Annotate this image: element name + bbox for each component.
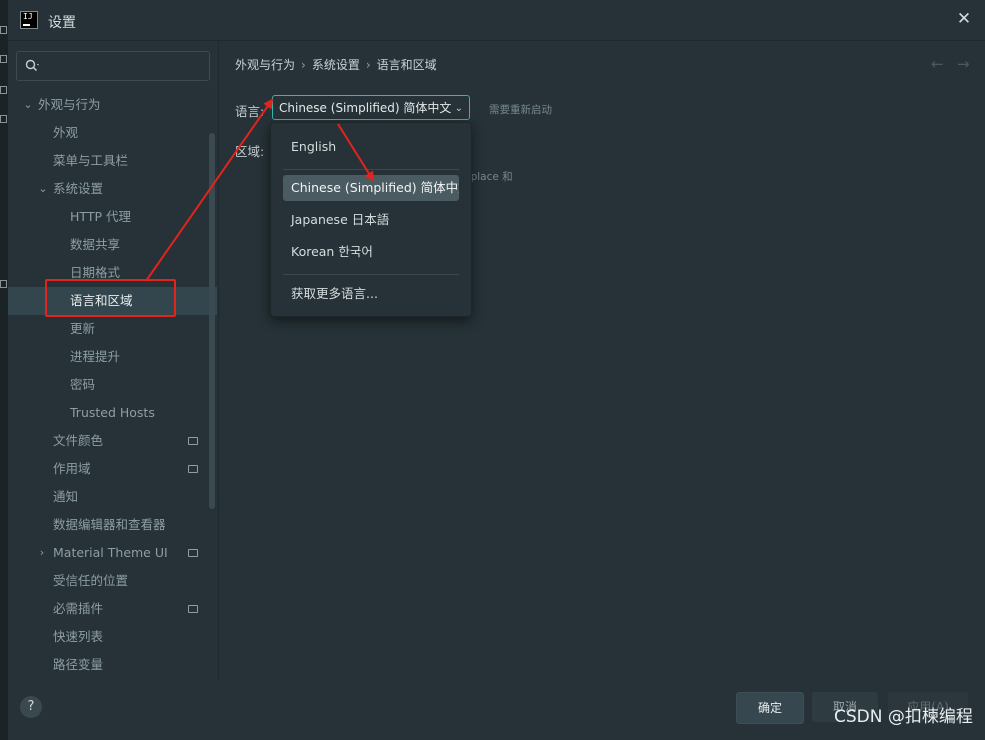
annotation-arrow: [145, 98, 274, 282]
annotation-arrow: [337, 123, 375, 182]
annotation-arrows: [145, 98, 375, 282]
